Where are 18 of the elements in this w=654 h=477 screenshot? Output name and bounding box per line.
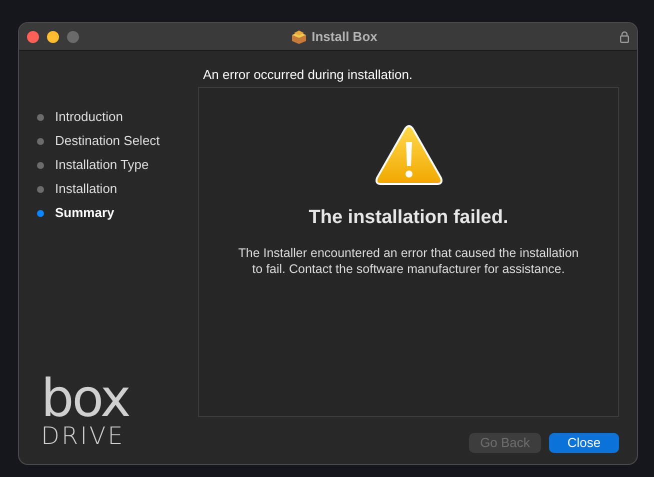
step-label: Installation — [55, 180, 118, 198]
warning-icon — [374, 124, 442, 186]
lock-icon — [620, 31, 629, 43]
package-icon — [290, 30, 307, 44]
close-window-icon[interactable] — [27, 30, 39, 42]
zoom-window-icon[interactable] — [67, 30, 79, 42]
logo-wordmark: box — [41, 376, 129, 422]
close-button[interactable]: Close — [549, 433, 619, 453]
minimize-window-icon[interactable] — [47, 30, 59, 42]
logo-subtitle: DRIVE — [41, 422, 125, 450]
step-label: Destination Select — [55, 132, 160, 150]
window-title: Install Box — [312, 28, 378, 46]
header-text: An error occurred during installation. — [202, 66, 414, 84]
step-label: Summary — [55, 204, 114, 222]
step-label: Introduction — [55, 108, 123, 126]
step-label: Installation Type — [55, 156, 149, 174]
failure-title: The installation failed. — [308, 206, 508, 230]
failure-message: The Installer encountered an error that caused the installation to fail. Contact the software manufacturer for assistance. — [237, 244, 580, 276]
